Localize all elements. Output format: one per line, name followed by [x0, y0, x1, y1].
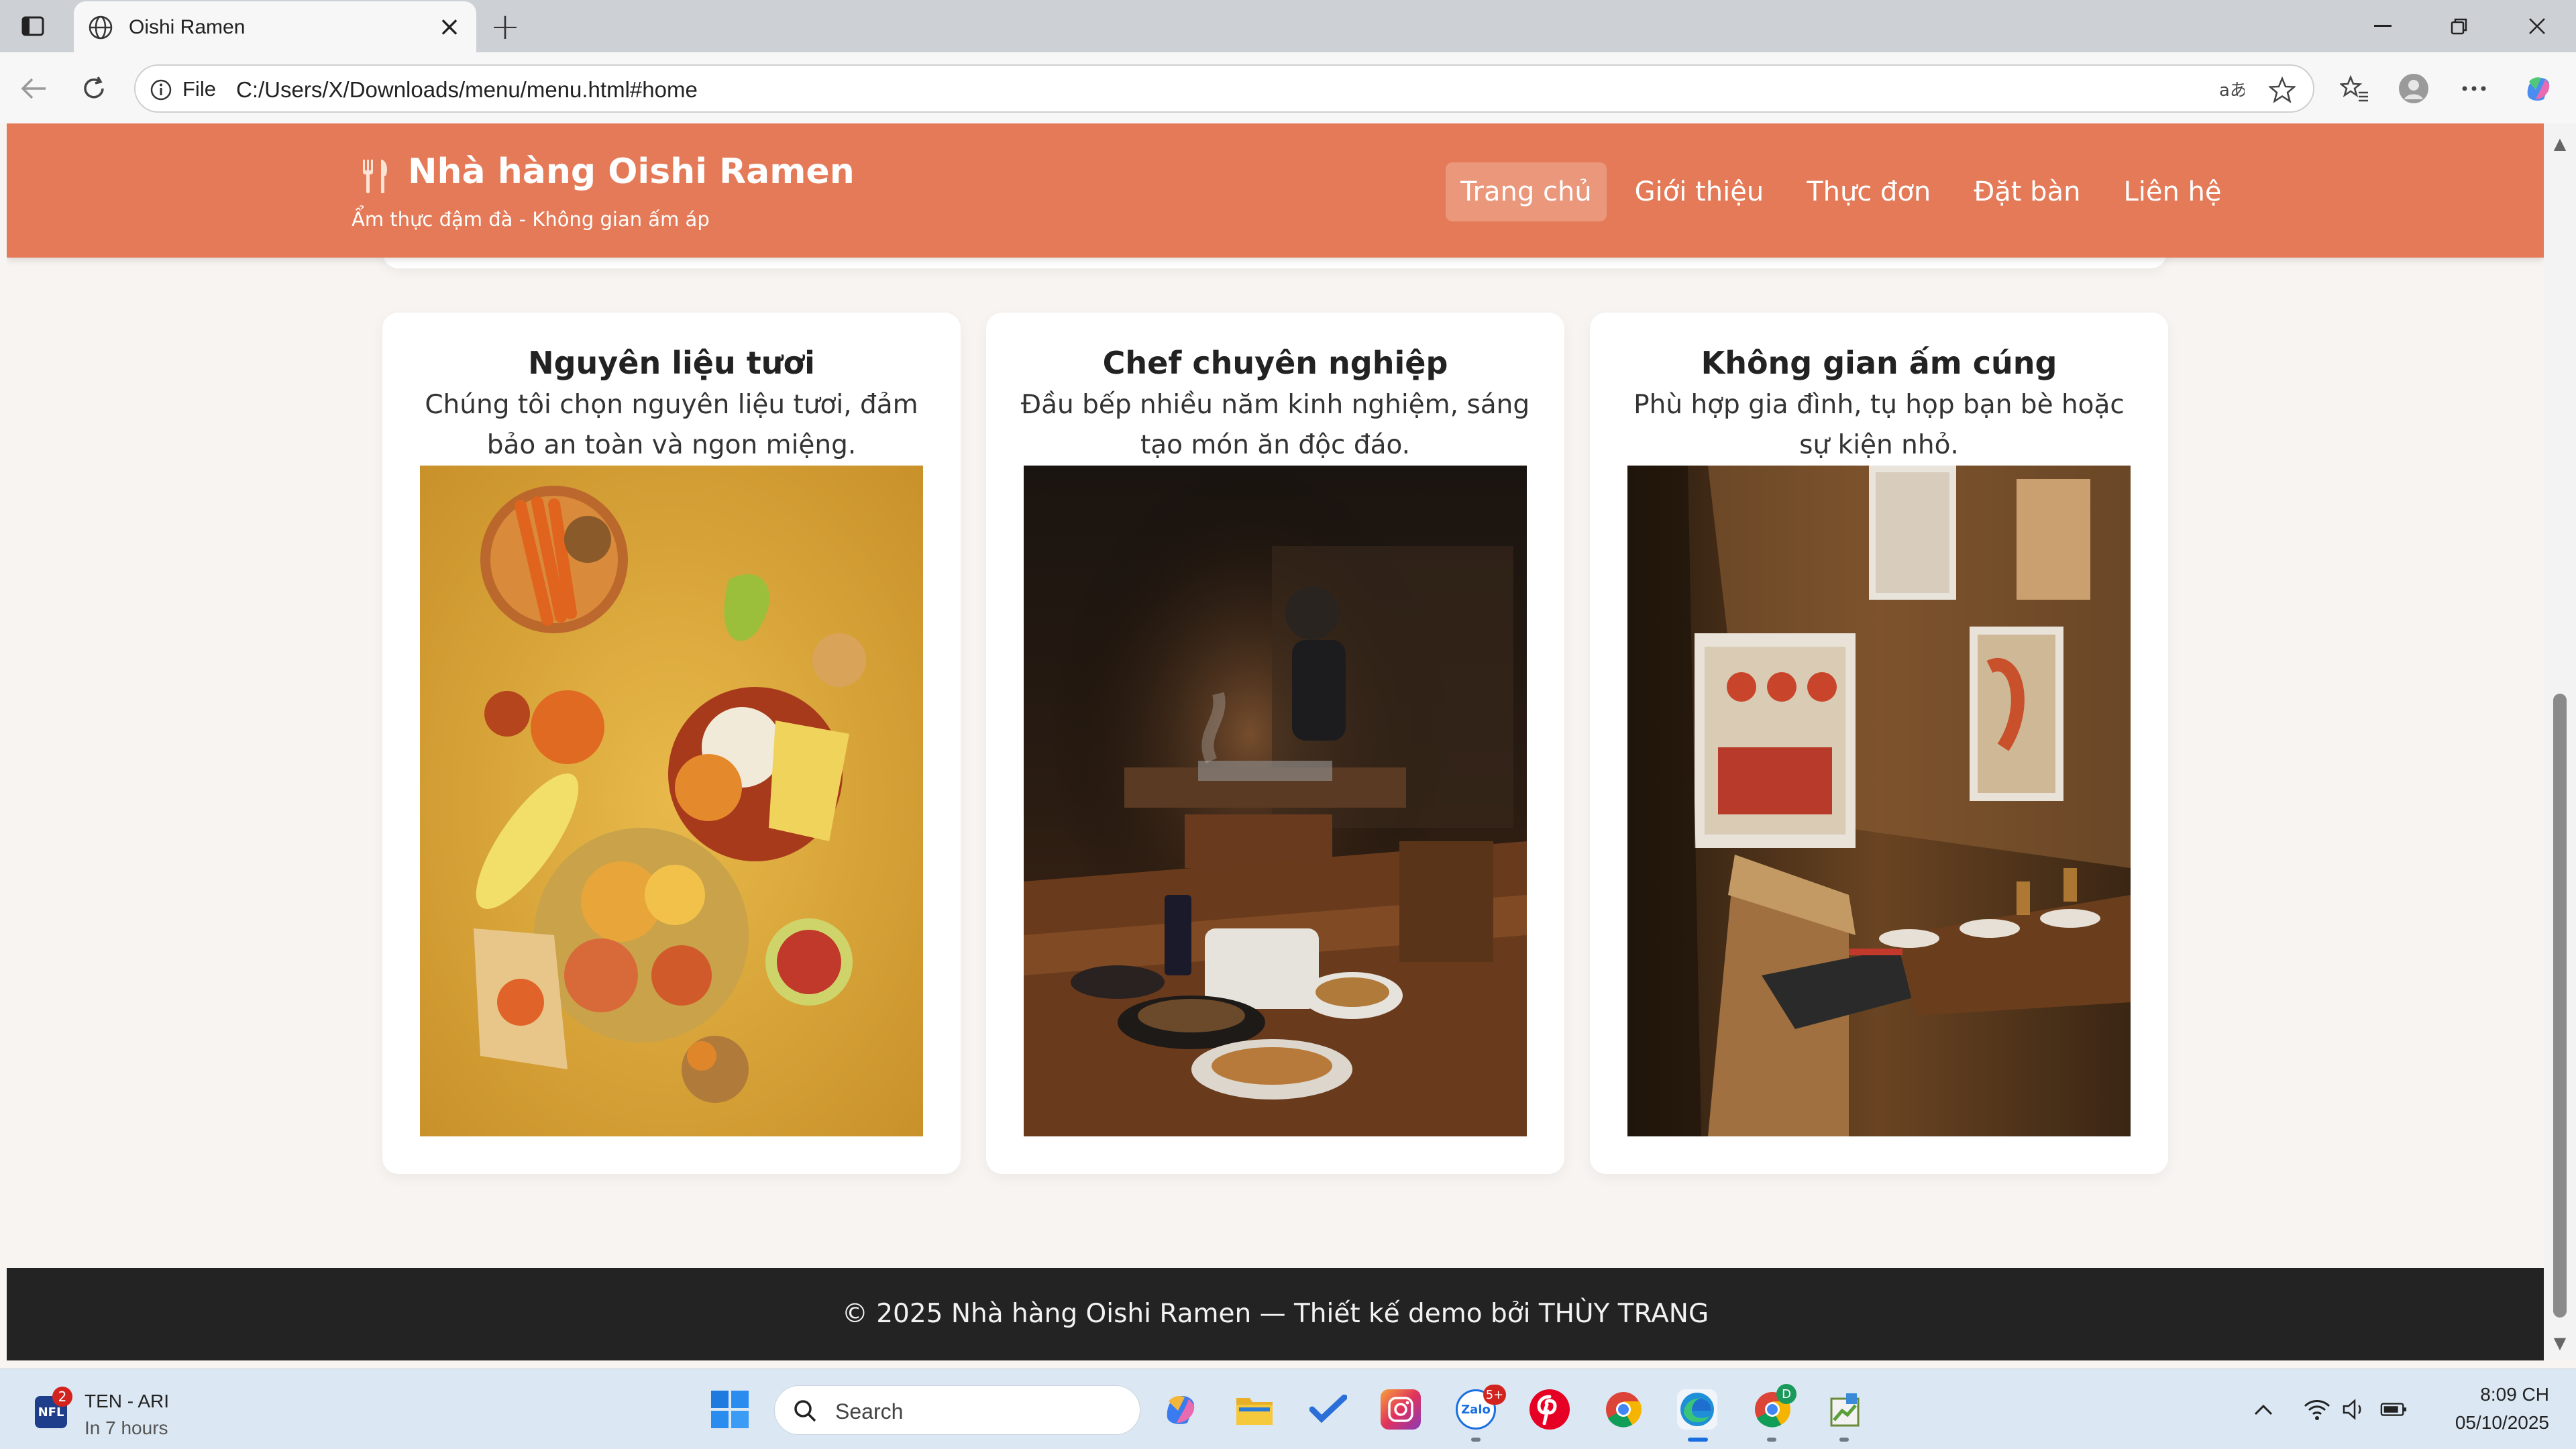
favorites-icon[interactable]	[2336, 70, 2373, 107]
chef-kitchen-image	[1024, 466, 1527, 1136]
pinterest-icon[interactable]	[1529, 1389, 1570, 1430]
widgets-button[interactable]: NFL 2 TEN - ARI In 7 hours	[35, 1387, 236, 1440]
clock-time: 8:09 CH	[2480, 1384, 2549, 1405]
running-indicator	[1839, 1438, 1849, 1442]
feature-card-title: Không gian ấm cúng	[1701, 345, 2057, 381]
reload-button[interactable]	[75, 70, 113, 107]
scrollbar-thumb[interactable]	[2553, 694, 2567, 1318]
feature-card-title: Nguyên liệu tươi	[528, 345, 815, 381]
more-options-icon[interactable]	[2455, 70, 2493, 107]
url-bar[interactable]: File C:/Users/X/Downloads/menu/menu.html…	[134, 64, 2314, 113]
chrome-profile-icon[interactable]: D	[1752, 1384, 1796, 1430]
system-clock[interactable]: 8:09 CH 05/10/2025	[2428, 1384, 2549, 1434]
read-aloud-icon[interactable]: aあ	[2215, 74, 2247, 106]
page-viewport: Nhà hàng Oishi Ramen Ẩm thực đậm đà - Kh…	[7, 123, 2544, 1360]
site-footer: © 2025 Nhà hàng Oishi Ramen — Thiết kế d…	[7, 1268, 2544, 1360]
feature-card: Không gian ấm cúng Phù hợp gia đình, tụ …	[1590, 313, 2168, 1174]
feature-card-text: Đầu bếp nhiều năm kinh nghiệm, sáng tạo …	[1020, 390, 1530, 460]
zalo-icon[interactable]: Zalo 5+	[1456, 1385, 1506, 1430]
fork-knife-icon	[363, 160, 387, 193]
wifi-icon[interactable]	[2304, 1396, 2330, 1423]
feature-card-text: Chúng tôi chọn nguyên liệu tươi, đảm bảo…	[425, 390, 918, 460]
taskbar-search[interactable]: Search	[774, 1385, 1140, 1435]
active-app-indicator	[1688, 1438, 1708, 1442]
feature-card: Chef chuyên nghiệp Đầu bếp nhiều năm kin…	[986, 313, 1564, 1174]
back-button[interactable]	[15, 70, 52, 107]
windows-start-icon[interactable]	[710, 1389, 750, 1430]
taskbar: NFL 2 TEN - ARI In 7 hours Search Zalo 5…	[0, 1368, 2576, 1449]
zalo-badge: 5+	[1483, 1385, 1506, 1405]
browser-tab-bar: Oishi Ramen × +	[0, 0, 2576, 52]
tab-actions-icon[interactable]	[17, 12, 48, 40]
reload-icon	[84, 76, 104, 99]
nav-link-contact[interactable]: Liên hệ	[2108, 162, 2236, 221]
footer-copyright: © 2025 Nhà hàng Oishi Ramen — Thiết kế d…	[841, 1299, 1709, 1329]
brand-subtitle: Ẩm thực đậm đà - Không gian ấm áp	[352, 208, 710, 231]
profile-badge: D	[1776, 1384, 1796, 1404]
nav-link-reservation[interactable]: Đặt bàn	[1959, 162, 2095, 221]
close-window-button[interactable]	[2517, 9, 2557, 43]
tab-title: Oishi Ramen	[129, 16, 246, 38]
widget-subtitle: In 7 hours	[85, 1417, 168, 1438]
favorite-star-icon[interactable]	[2266, 74, 2298, 106]
url-scheme-label: File	[182, 77, 216, 101]
fresh-ingredients-image	[420, 466, 923, 1136]
minimize-button[interactable]	[2363, 9, 2403, 43]
nav-link-menu[interactable]: Thực đơn	[1792, 162, 1945, 221]
running-indicator	[1471, 1438, 1481, 1442]
file-explorer-icon[interactable]	[1234, 1389, 1275, 1430]
feature-card-title: Chef chuyên nghiệp	[1102, 345, 1448, 381]
chevron-up-icon[interactable]	[2250, 1396, 2277, 1423]
notepad-app-icon[interactable]	[1825, 1389, 1865, 1430]
info-icon[interactable]	[149, 78, 173, 102]
nav-link-about[interactable]: Giới thiệu	[1620, 162, 1779, 221]
tab-close-icon[interactable]: ×	[436, 13, 463, 40]
browser-tab[interactable]: Oishi Ramen ×	[74, 1, 476, 52]
globe-icon	[89, 15, 113, 40]
address-bar-row: File C:/Users/X/Downloads/menu/menu.html…	[0, 52, 2576, 123]
url-text[interactable]: C:/Users/X/Downloads/menu/menu.html#home	[236, 77, 698, 103]
search-placeholder: Search	[835, 1399, 904, 1424]
main-nav: Trang chủ Giới thiệu Thực đơn Đặt bàn Li…	[1446, 162, 2236, 221]
new-tab-button[interactable]: +	[488, 5, 522, 48]
profile-avatar-icon[interactable]	[2395, 70, 2432, 107]
scroll-down-arrow-icon[interactable]: ▼	[2549, 1332, 2571, 1354]
page-scrollbar[interactable]: ▲ ▼	[2544, 123, 2576, 1360]
edge-icon[interactable]	[1677, 1389, 1717, 1430]
nav-link-home[interactable]: Trang chủ	[1446, 162, 1607, 221]
brand-title[interactable]: Nhà hàng Oishi Ramen	[408, 152, 855, 192]
site-header: Nhà hàng Oishi Ramen Ẩm thực đậm đà - Kh…	[7, 123, 2544, 258]
svg-text:aあ: aあ	[2219, 80, 2245, 101]
chrome-icon[interactable]	[1603, 1389, 1644, 1430]
volume-icon[interactable]	[2341, 1396, 2368, 1423]
running-indicator	[1767, 1438, 1776, 1442]
restaurant-interior-image	[1627, 466, 2131, 1136]
feature-cards: Nguyên liệu tươi Chúng tôi chọn nguyên l…	[382, 313, 2168, 1174]
back-arrow-icon	[21, 78, 46, 99]
zalo-label: Zalo	[1461, 1402, 1491, 1417]
clock-date: 05/10/2025	[2455, 1412, 2549, 1433]
copilot-icon[interactable]	[2520, 70, 2557, 107]
search-icon	[794, 1400, 816, 1422]
feature-card-text: Phù hợp gia đình, tụ họp bạn bè hoặc sự …	[1633, 390, 2125, 460]
notification-badge: 2	[52, 1387, 72, 1407]
widget-title: TEN - ARI	[85, 1391, 170, 1411]
restore-button[interactable]	[2439, 9, 2479, 43]
instagram-icon[interactable]	[1381, 1389, 1421, 1430]
copilot-app-icon[interactable]	[1161, 1389, 1201, 1430]
todo-app-icon[interactable]	[1308, 1389, 1348, 1430]
scroll-up-arrow-icon[interactable]: ▲	[2549, 133, 2571, 154]
battery-icon[interactable]	[2380, 1396, 2407, 1423]
feature-card: Nguyên liệu tươi Chúng tôi chọn nguyên l…	[382, 313, 961, 1174]
